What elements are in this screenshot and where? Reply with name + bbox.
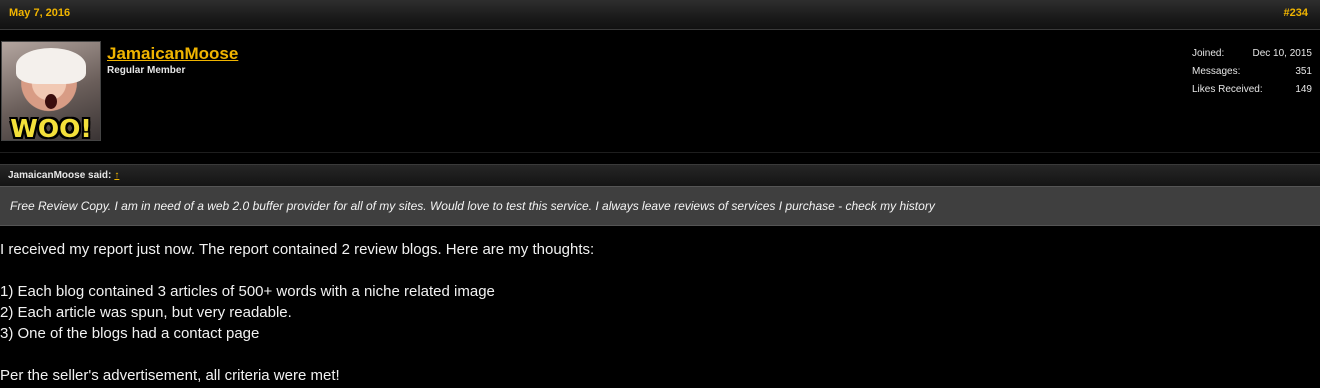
user-title: Regular Member: [107, 65, 186, 76]
username-link[interactable]: JamaicanMoose: [107, 44, 238, 64]
stat-label: Likes Received:: [1192, 84, 1263, 95]
stat-joined: Joined: Dec 10, 2015: [1192, 48, 1312, 66]
avatar-mouth: [45, 94, 57, 109]
user-stats: Joined: Dec 10, 2015 Messages: 351 Likes…: [1192, 48, 1312, 102]
user-info-block: WOO! JamaicanMoose Regular Member Joined…: [0, 30, 1320, 153]
post-date: May 7, 2016: [9, 7, 71, 19]
quote-block: JamaicanMoose said: ↑ Free Review Copy. I…: [0, 164, 1320, 226]
quote-text: Free Review Copy. I am in need of a web …: [10, 199, 935, 213]
quote-body: Free Review Copy. I am in need of a web …: [0, 186, 1320, 226]
message-point: 3) One of the blogs had a contact page: [0, 325, 260, 342]
avatar-hair: [16, 48, 86, 84]
quote-author-label: JamaicanMoose said:: [8, 170, 112, 181]
message-body: I received my report just now. The repor…: [0, 239, 1320, 386]
post-permalink[interactable]: #234: [1284, 7, 1308, 19]
avatar-caption: WOO!: [10, 114, 92, 141]
avatar[interactable]: WOO!: [1, 41, 101, 141]
message-point: 2) Each article was spun, but very reada…: [0, 304, 292, 321]
stat-value: 149: [1295, 84, 1312, 95]
post-header: May 7, 2016 #234: [0, 0, 1320, 30]
stat-label: Messages:: [1192, 66, 1241, 77]
message-conclusion: Per the seller's advertisement, all crit…: [0, 367, 340, 384]
quote-author: JamaicanMoose said: ↑: [8, 170, 119, 181]
message-point: 1) Each blog contained 3 articles of 500…: [0, 283, 495, 300]
stat-value[interactable]: 351: [1295, 66, 1312, 77]
stat-likes: Likes Received: 149: [1192, 84, 1312, 102]
quote-header: JamaicanMoose said: ↑: [0, 164, 1320, 186]
stat-label: Joined:: [1192, 48, 1225, 59]
stat-messages: Messages: 351: [1192, 66, 1312, 84]
message-intro: I received my report just now. The repor…: [0, 241, 595, 258]
quote-source-link-icon[interactable]: ↑: [114, 170, 119, 181]
stat-value: Dec 10, 2015: [1252, 48, 1313, 59]
